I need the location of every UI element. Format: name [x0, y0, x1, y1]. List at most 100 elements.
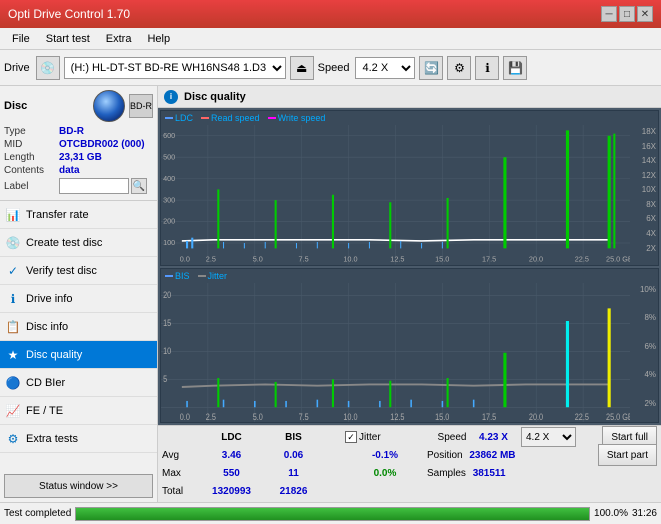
disc-contents-row: Contents data: [4, 165, 153, 176]
drive-label: Drive: [4, 62, 30, 74]
close-button[interactable]: ✕: [637, 6, 653, 22]
disc-panel: Disc BD-R Type BD-R MID OTCBDR002 (000) …: [0, 86, 157, 201]
sidebar-label-create-test-disc: Create test disc: [26, 237, 102, 249]
sidebar-item-disc-info[interactable]: 📋 Disc info: [0, 313, 157, 341]
jitter-checkbox-area[interactable]: ✓ Jitter: [345, 431, 425, 443]
disc-quality-header-icon: i: [164, 90, 178, 104]
sidebar-item-drive-info[interactable]: ℹ Drive info: [0, 285, 157, 313]
legend-ldc: LDC: [165, 113, 193, 123]
title-bar: Opti Drive Control 1.70 ─ □ ✕: [0, 0, 661, 28]
svg-text:10.0: 10.0: [343, 412, 358, 422]
max-label: Max: [162, 468, 197, 479]
disc-type-value: BD-R: [59, 126, 84, 137]
drive-select[interactable]: (H:) HL-DT-ST BD-RE WH16NS48 1.D3: [64, 57, 286, 79]
disc-quality-icon: ★: [6, 348, 20, 362]
window-controls: ─ □ ✕: [601, 6, 653, 22]
avg-label: Avg: [162, 450, 197, 461]
svg-text:22.5: 22.5: [575, 412, 590, 422]
speed-select[interactable]: 4.2 X: [355, 57, 415, 79]
sidebar-label-disc-info: Disc info: [26, 321, 68, 333]
disc-label-btn[interactable]: 🔍: [131, 178, 147, 194]
disc-quality-header: i Disc quality: [158, 86, 661, 108]
transfer-rate-icon: 📊: [6, 208, 20, 222]
ldc-chart-svg: 600 500 400 300 200 100: [161, 125, 630, 265]
svg-text:10.0: 10.0: [343, 254, 357, 263]
sidebar-label-drive-info: Drive info: [26, 293, 72, 305]
speed-label: Speed: [318, 62, 350, 74]
eject-button[interactable]: ⏏: [290, 56, 314, 80]
svg-text:15: 15: [163, 318, 172, 328]
ldc-chart-svg-container: 600 500 400 300 200 100: [161, 125, 658, 265]
settings-button[interactable]: ⚙: [447, 56, 471, 80]
svg-text:20.0: 20.0: [529, 254, 543, 263]
disc-header: Disc BD-R: [4, 90, 153, 122]
sidebar-item-disc-quality[interactable]: ★ Disc quality: [0, 341, 157, 369]
status-window-button[interactable]: Status window >>: [4, 474, 153, 498]
main-area: Disc BD-R Type BD-R MID OTCBDR002 (000) …: [0, 86, 661, 502]
legend-bis: BIS: [165, 271, 190, 281]
menu-extra[interactable]: Extra: [98, 31, 140, 47]
ldc-header: LDC: [199, 432, 264, 443]
legend-write-label: Write speed: [278, 113, 326, 123]
disc-type-label: Type: [4, 126, 59, 137]
disc-contents-value: data: [59, 165, 80, 176]
speed-header: Speed: [427, 432, 477, 443]
sidebar-item-verify-test-disc[interactable]: ✓ Verify test disc: [0, 257, 157, 285]
jitter-header: Jitter: [359, 432, 381, 443]
svg-text:20: 20: [163, 290, 172, 300]
ldc-legend: LDC Read speed Write speed: [161, 111, 658, 125]
svg-text:5: 5: [163, 374, 167, 384]
disc-label-input[interactable]: [59, 178, 129, 194]
bis-chart-svg-container: 20 15 10 5: [161, 283, 658, 423]
svg-text:15.0: 15.0: [435, 412, 450, 422]
minimize-button[interactable]: ─: [601, 6, 617, 22]
start-part-button[interactable]: Start part: [598, 444, 657, 466]
disc-contents-label: Contents: [4, 165, 59, 176]
jitter-dot: [198, 275, 206, 277]
fe-te-icon: 📈: [6, 404, 20, 418]
progress-container: [75, 507, 590, 521]
menu-help[interactable]: Help: [139, 31, 178, 47]
svg-text:25.0 GB: 25.0 GB: [606, 254, 630, 263]
chart-area: LDC Read speed Write speed: [158, 108, 661, 425]
samples-value: 381511: [473, 468, 506, 479]
menu-start-test[interactable]: Start test: [38, 31, 98, 47]
svg-text:7.5: 7.5: [299, 254, 309, 263]
menu-file[interactable]: File: [4, 31, 38, 47]
jitter-checkbox[interactable]: ✓: [345, 431, 357, 443]
bis-chart: BIS Jitter: [160, 268, 659, 424]
toolbar: Drive 💿 (H:) HL-DT-ST BD-RE WH16NS48 1.D…: [0, 50, 661, 86]
svg-text:400: 400: [163, 174, 175, 183]
position-label: Position 23862 MB: [427, 450, 517, 461]
sidebar-item-transfer-rate[interactable]: 📊 Transfer rate: [0, 201, 157, 229]
svg-text:22.5: 22.5: [575, 254, 589, 263]
max-ldc: 550: [199, 468, 264, 479]
info-button[interactable]: ℹ: [475, 56, 499, 80]
save-button[interactable]: 💾: [503, 56, 527, 80]
drive-info-icon: ℹ: [6, 292, 20, 306]
cd-bier-icon: 🔵: [6, 376, 20, 390]
drive-icon-btn[interactable]: 💿: [36, 56, 60, 80]
legend-ldc-label: LDC: [175, 113, 193, 123]
extra-tests-icon: ⚙: [6, 432, 20, 446]
verify-test-disc-icon: ✓: [6, 264, 20, 278]
disc-section-label: Disc: [4, 100, 27, 112]
ldc-dot: [165, 117, 173, 119]
sidebar-item-create-test-disc[interactable]: 💿 Create test disc: [0, 229, 157, 257]
read-dot: [201, 117, 209, 119]
svg-text:2.5: 2.5: [206, 254, 216, 263]
sidebar-item-fe-te[interactable]: 📈 FE / TE: [0, 397, 157, 425]
maximize-button[interactable]: □: [619, 6, 635, 22]
ldc-chart: LDC Read speed Write speed: [160, 110, 659, 266]
sidebar-item-extra-tests[interactable]: ⚙ Extra tests: [0, 425, 157, 453]
disc-icon: [93, 90, 125, 122]
legend-write: Write speed: [268, 113, 326, 123]
sidebar-label-transfer-rate: Transfer rate: [26, 209, 89, 221]
svg-text:2.5: 2.5: [206, 412, 217, 422]
sidebar: Disc BD-R Type BD-R MID OTCBDR002 (000) …: [0, 86, 158, 502]
refresh-button[interactable]: 🔄: [419, 56, 443, 80]
speed-display-select[interactable]: 4.2 X: [521, 427, 576, 447]
sidebar-item-cd-bier[interactable]: 🔵 CD BIer: [0, 369, 157, 397]
svg-text:17.5: 17.5: [482, 254, 496, 263]
bis-header: BIS: [266, 432, 321, 443]
